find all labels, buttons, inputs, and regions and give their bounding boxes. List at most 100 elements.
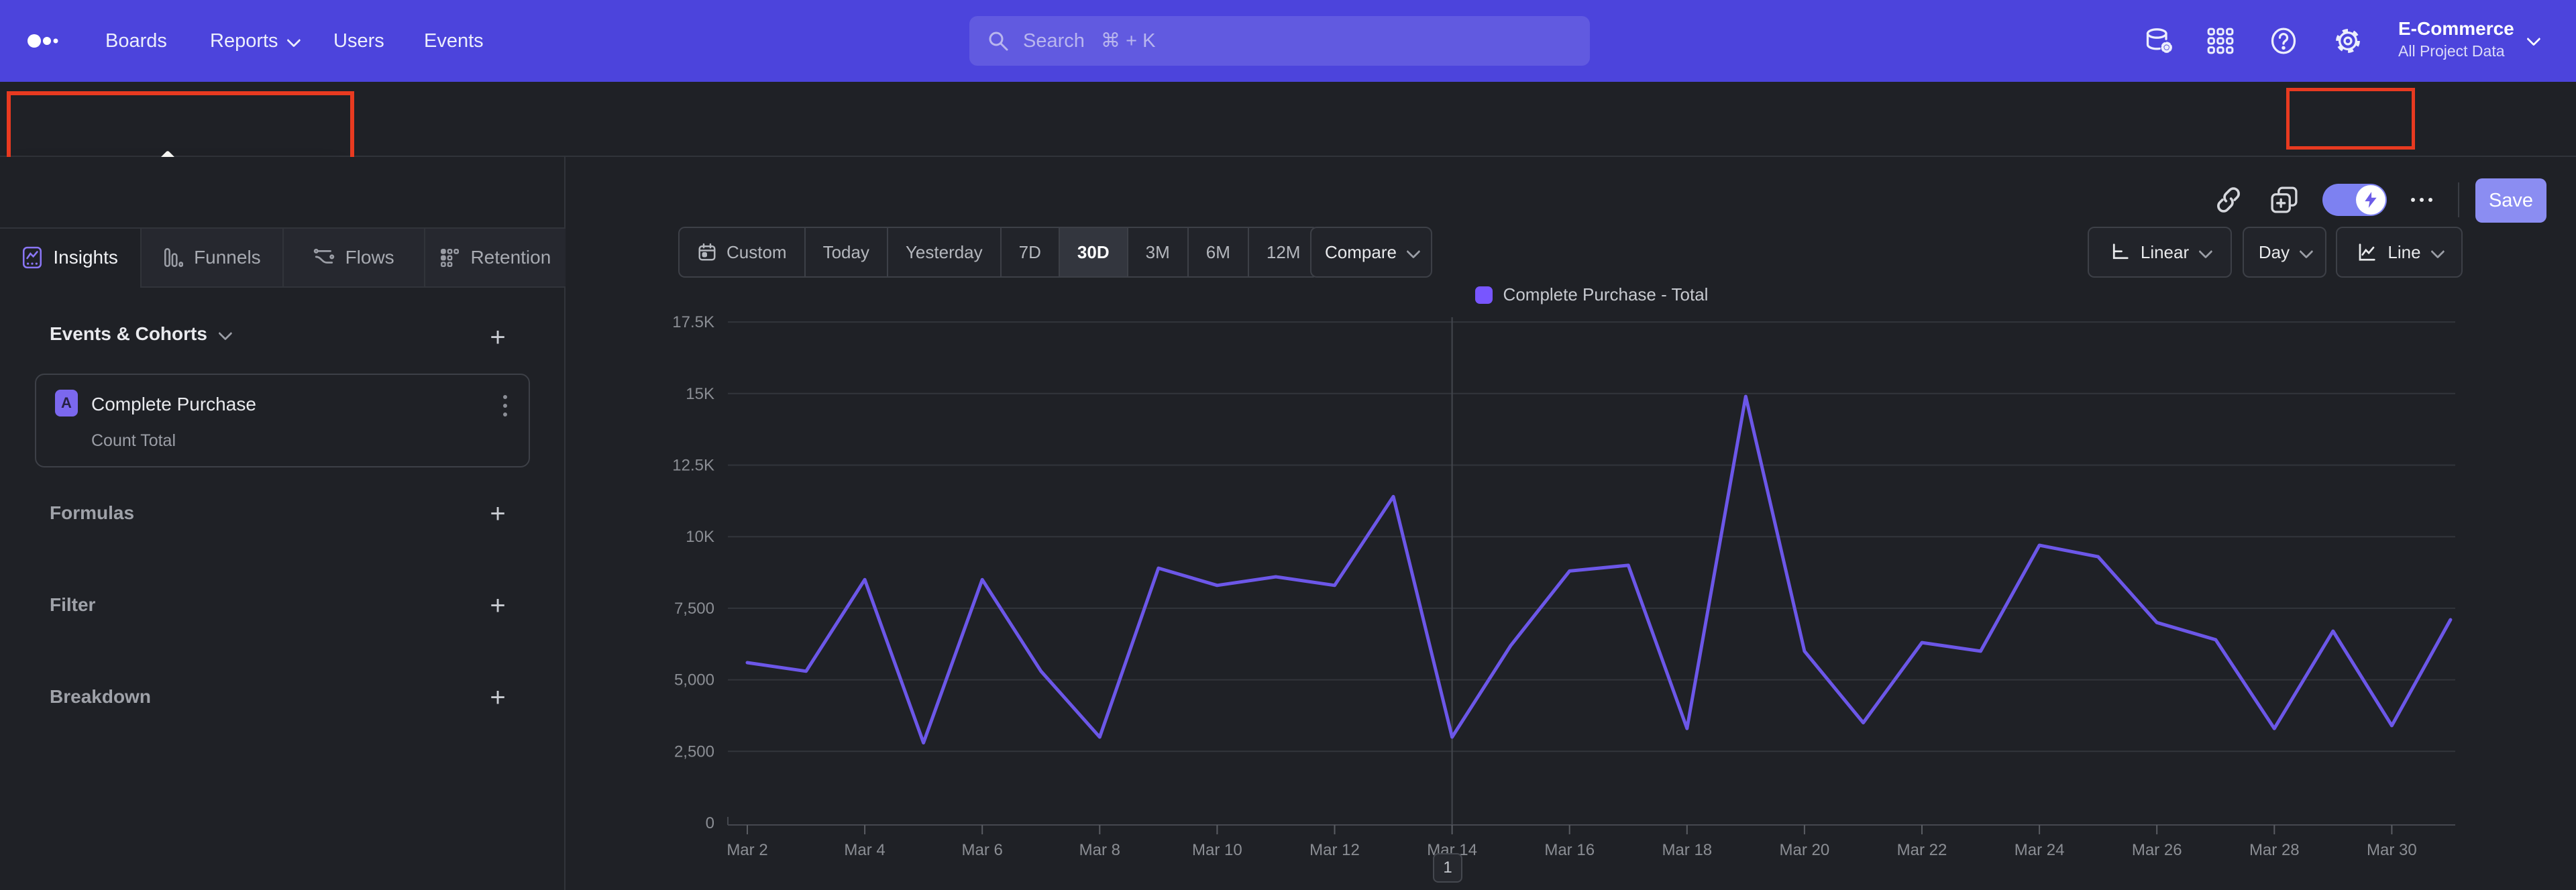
tab-label: Funnels <box>194 247 261 268</box>
interval-dropdown[interactable]: Day <box>2243 227 2326 278</box>
range-label: Yesterday <box>905 241 983 262</box>
event-name[interactable]: Complete Purchase <box>91 394 256 415</box>
compare-button[interactable]: Compare <box>1310 227 1432 278</box>
project-name: E-Commerce <box>2398 18 2514 39</box>
calendar-icon <box>698 243 716 261</box>
retention-icon <box>441 249 460 268</box>
dot <box>2420 198 2424 202</box>
dot <box>503 412 507 416</box>
chart-type-label: Line <box>2387 241 2421 262</box>
chevron-down-icon <box>2430 243 2445 259</box>
insights-line-chart[interactable]: Mar 2 Mar 4 Mar 6 Mar 8 Mar 10 Mar 12 Mar 14 Ma… <box>644 305 2455 882</box>
dot <box>503 404 507 408</box>
add-formula-button[interactable]: + <box>482 498 514 530</box>
dot <box>2428 198 2432 202</box>
event-row-complete-purchase[interactable]: A Complete Purchase Count Total <box>35 374 530 467</box>
svg-text:2,500: 2,500 <box>674 742 714 761</box>
range-label: Today <box>822 241 869 262</box>
search-input[interactable] <box>1022 29 1572 53</box>
report-type-tabs: Insights Funnels Flows Retention <box>0 227 566 288</box>
funnels-icon <box>164 247 184 268</box>
scale-dropdown[interactable]: Linear <box>2088 227 2232 278</box>
copy-to-board-icon[interactable] <box>2269 185 2299 215</box>
svg-text:Mar 8: Mar 8 <box>1079 841 1120 859</box>
add-event-button[interactable]: + <box>482 321 514 353</box>
tab-retention[interactable]: Retention <box>423 229 566 288</box>
svg-text:5,000: 5,000 <box>674 671 714 689</box>
range-label: 12M <box>1266 241 1301 262</box>
svg-text:Mar 22: Mar 22 <box>1897 841 1947 859</box>
event-letter-badge: A <box>55 390 78 416</box>
event-options-button[interactable] <box>495 392 515 419</box>
project-selector[interactable]: E-Commerce All Project Data <box>2398 17 2514 61</box>
settings-gear-icon[interactable] <box>2333 26 2363 56</box>
range-label: 7D <box>1018 241 1041 262</box>
nav-label: Events <box>424 30 484 52</box>
range-label: 30D <box>1077 241 1110 262</box>
chart-type-dropdown[interactable]: Line <box>2336 227 2463 278</box>
range-12m[interactable]: 12M <box>1247 228 1318 276</box>
interval-label: Day <box>2258 241 2290 262</box>
chart-legend[interactable]: Complete Purchase - Total <box>728 284 2455 305</box>
help-icon[interactable] <box>2269 26 2298 56</box>
nav-item-events[interactable]: Events <box>424 0 484 82</box>
tab-label: Insights <box>53 247 118 268</box>
svg-text:7,500: 7,500 <box>674 600 714 618</box>
chevron-down-icon <box>286 32 301 48</box>
nav-item-users[interactable]: Users <box>333 0 384 82</box>
range-6m[interactable]: 6M <box>1187 228 1248 276</box>
linear-axis-icon <box>2112 243 2129 260</box>
range-30d[interactable]: 30D <box>1058 228 1127 276</box>
section-filter: Filter <box>50 594 96 615</box>
mixpanel-logo[interactable] <box>27 0 63 82</box>
range-label: 3M <box>1145 241 1170 262</box>
copy-link-icon[interactable] <box>2214 185 2243 215</box>
compare-label: Compare <box>1325 241 1397 262</box>
query-builder-sidebar: Insights Funnels Flows Retention Events … <box>0 157 566 890</box>
svg-text:Mar 26: Mar 26 <box>2132 841 2182 859</box>
nav-item-boards[interactable]: Boards <box>105 0 167 82</box>
range-7d[interactable]: 7D <box>1000 228 1059 276</box>
tab-insights[interactable]: Insights <box>0 229 141 288</box>
section-breakdown: Breakdown <box>50 686 151 707</box>
dot <box>2411 198 2415 202</box>
nav-label: Users <box>333 30 384 52</box>
tab-funnels[interactable]: Funnels <box>140 229 282 288</box>
range-label: Custom <box>727 241 787 262</box>
nav-item-reports[interactable]: Reports <box>210 0 301 82</box>
data-settings-icon[interactable] <box>2144 26 2174 56</box>
more-options-button[interactable] <box>2407 185 2436 215</box>
legend-swatch <box>1474 286 1493 304</box>
search-icon <box>989 32 1008 51</box>
svg-text:15K: 15K <box>686 385 714 403</box>
add-breakdown-button[interactable]: + <box>482 681 514 714</box>
tab-flows[interactable]: Flows <box>282 229 424 288</box>
report-header-bar: Untitled Sampled + Add description... Sa… <box>0 82 2576 223</box>
svg-text:Mar 20: Mar 20 <box>1780 841 1830 859</box>
flows-icon <box>313 248 334 264</box>
pagination-page-button[interactable]: 1 <box>1433 853 1462 883</box>
range-3m[interactable]: 3M <box>1126 228 1187 276</box>
svg-text:Mar 6: Mar 6 <box>962 841 1003 859</box>
sampling-toggle[interactable] <box>2322 184 2387 216</box>
svg-text:Mar 16: Mar 16 <box>1544 841 1595 859</box>
svg-text:Mar 30: Mar 30 <box>2367 841 2417 859</box>
svg-text:0: 0 <box>706 814 714 832</box>
apps-grid-icon[interactable] <box>2206 26 2235 56</box>
global-search[interactable] <box>969 16 1590 66</box>
svg-text:Mar 12: Mar 12 <box>1309 841 1360 859</box>
range-yesterday[interactable]: Yesterday <box>886 228 1000 276</box>
add-filter-button[interactable]: + <box>482 590 514 622</box>
events-cohorts-header[interactable]: Events & Cohorts <box>50 323 233 345</box>
svg-text:Mar 24: Mar 24 <box>2015 841 2065 859</box>
project-scope: All Project Data <box>2398 42 2505 60</box>
divider <box>2458 182 2459 217</box>
svg-text:Mar 28: Mar 28 <box>2249 841 2300 859</box>
range-today[interactable]: Today <box>804 228 887 276</box>
event-metric[interactable]: Count Total <box>91 431 176 451</box>
save-button[interactable]: Save <box>2475 178 2546 223</box>
range-custom[interactable]: Custom <box>680 228 804 276</box>
nav-label: Reports <box>210 30 278 52</box>
section-formulas: Formulas <box>50 502 135 523</box>
scale-label: Linear <box>2140 241 2190 262</box>
